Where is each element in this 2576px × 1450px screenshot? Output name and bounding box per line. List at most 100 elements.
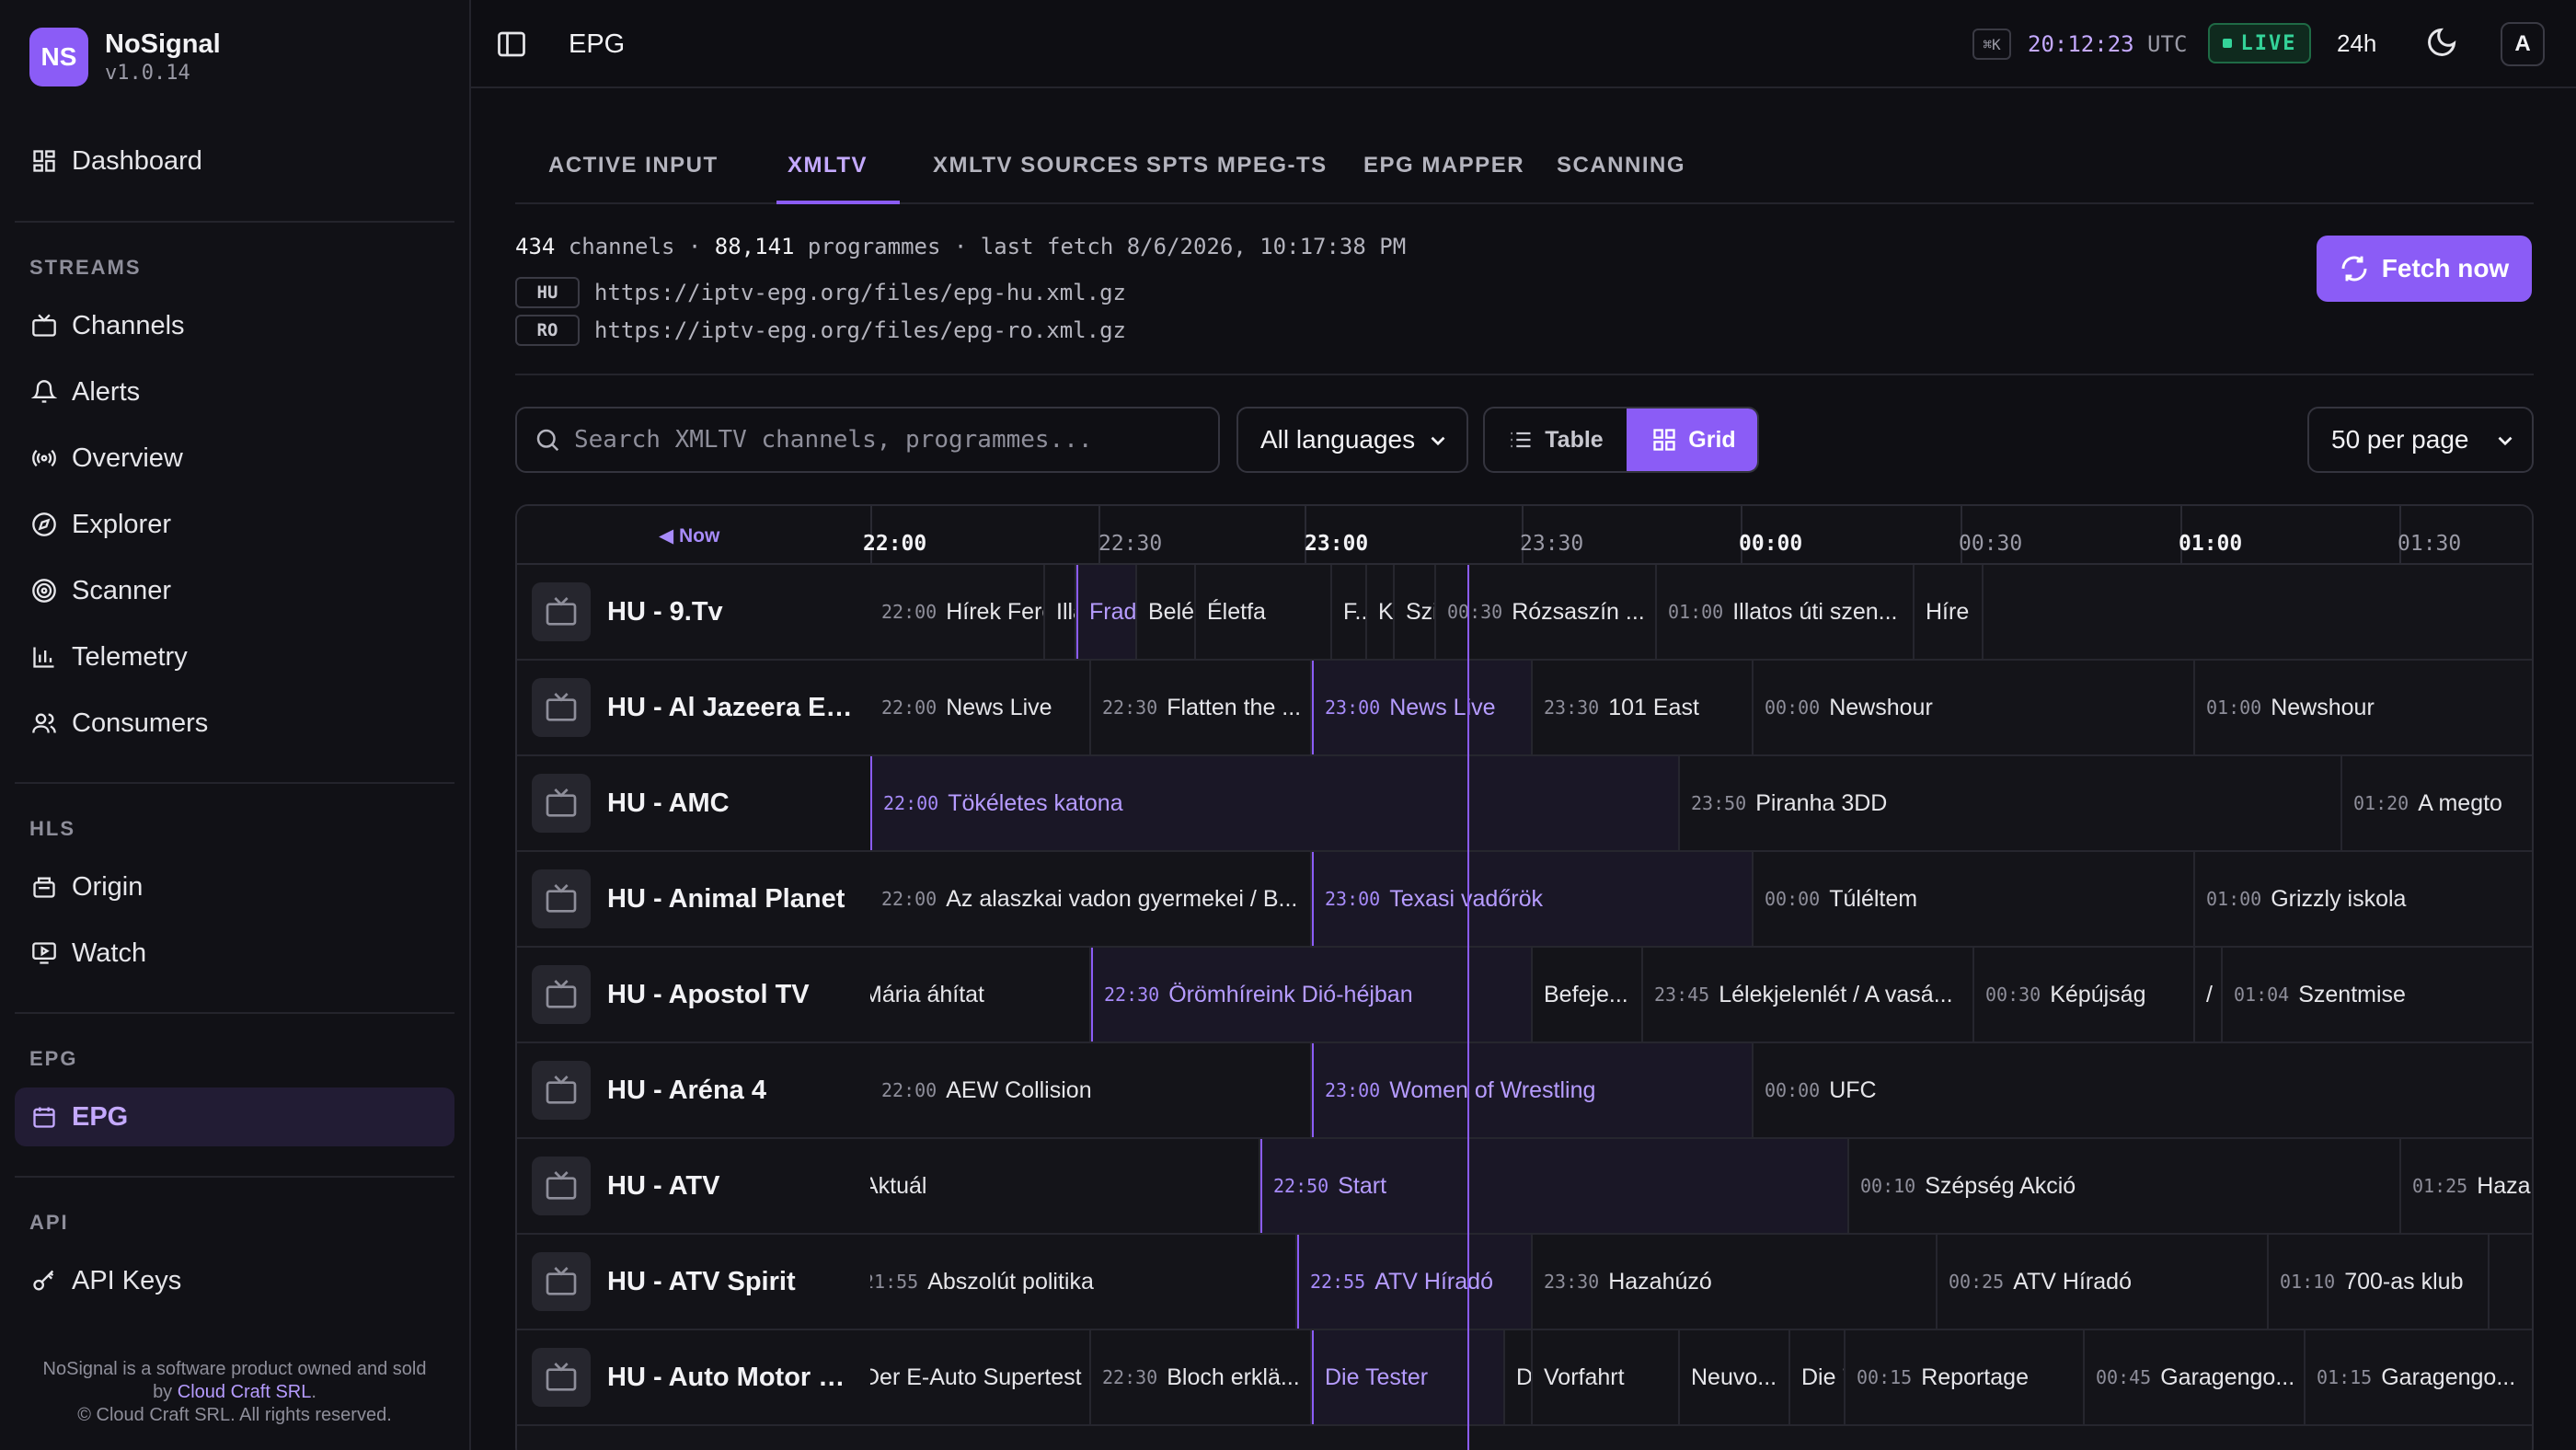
- programme-start-time: 23:45: [1654, 984, 1710, 1006]
- sidebar-toggle-icon[interactable]: [495, 28, 528, 61]
- programme-block-current[interactable]: 22:50 Start: [1260, 1139, 1849, 1233]
- time-format-toggle[interactable]: 24h: [2337, 29, 2376, 58]
- programme-block[interactable]: 22:00 News Live: [870, 661, 1091, 754]
- programme-block[interactable]: Életfa: [1196, 565, 1332, 659]
- xmltv-stats: 434 channels · 88,141 programmes · last …: [515, 234, 1406, 259]
- programme-block[interactable]: 22:00 Hírek Ferencvárosb...: [870, 565, 1045, 659]
- programme-block[interactable]: 00:00 Túléltem: [1754, 852, 2195, 946]
- channel-cell[interactable]: HU - Apostol TV: [517, 948, 870, 1041]
- programme-block[interactable]: Vorfahrt: [1533, 1330, 1680, 1424]
- footer-company-link[interactable]: Cloud Craft SRL: [178, 1382, 312, 1402]
- programme-block[interactable]: Aktuál: [870, 1139, 1260, 1233]
- tab-xmltv[interactable]: XMLTV: [788, 153, 868, 178]
- channel-row: HU - ATV Spirit 21:55 Abszolút politika 22:…: [517, 1235, 2532, 1330]
- programme-block[interactable]: 01:25 Haza: [2401, 1139, 2532, 1233]
- language-select[interactable]: All languages: [1236, 407, 1468, 473]
- channel-cell[interactable]: HU - AMC: [517, 756, 870, 850]
- nav-dashboard[interactable]: Dashboard: [15, 132, 454, 190]
- programme-block-current[interactable]: Die Tester: [1312, 1330, 1505, 1424]
- source-url[interactable]: https://iptv-epg.org/files/epg-ro.xml.gz: [594, 317, 1126, 343]
- nav-consumers[interactable]: Consumers: [15, 694, 454, 753]
- programme-block[interactable]: 21:55 Abszolút politika: [870, 1235, 1297, 1329]
- channel-cell[interactable]: HU - Aréna 4: [517, 1043, 870, 1137]
- refresh-icon: [2341, 256, 2367, 282]
- view-grid-button[interactable]: Grid: [1627, 409, 1757, 471]
- programme-block[interactable]: 23:30 Hazahúzó: [1533, 1235, 1938, 1329]
- jump-to-now-button[interactable]: ◀ Now: [659, 524, 719, 547]
- programme-block[interactable]: 22:30 Bloch erklä...: [1091, 1330, 1312, 1424]
- nav-alerts[interactable]: Alerts: [15, 362, 454, 421]
- programme-block[interactable]: Befeje...: [1533, 948, 1643, 1041]
- programme-block[interactable]: 00:30 Rózsaszín ...: [1436, 565, 1657, 659]
- programme-block[interactable]: 01:15 Garagengo...: [2306, 1330, 2532, 1424]
- programme-block[interactable]: 00:00 UFC: [1754, 1043, 2532, 1137]
- programme-block[interactable]: 01:04 Szentmise: [2223, 948, 2532, 1041]
- programme-block-current[interactable]: 22:55 ATV Híradó: [1297, 1235, 1533, 1329]
- brand[interactable]: NS NoSignal v1.0.14: [29, 28, 221, 86]
- programme-block[interactable]: Belé...: [1137, 565, 1196, 659]
- programme-block[interactable]: Illatos úti sz...: [1045, 565, 1076, 659]
- programme-block[interactable]: 00:25 ATV Híradó: [1938, 1235, 2269, 1329]
- fetch-now-button[interactable]: Fetch now: [2317, 236, 2532, 302]
- programme-block[interactable]: 00:45 Garagengo...: [2085, 1330, 2306, 1424]
- programme-block[interactable]: 23:30 101 East: [1533, 661, 1754, 754]
- nav-api-keys[interactable]: API Keys: [15, 1251, 454, 1310]
- channel-cell[interactable]: HU - 9.Tv: [517, 565, 870, 659]
- search-input[interactable]: [574, 426, 1200, 454]
- programme-block[interactable]: 01:00 Newshour: [2195, 661, 2532, 754]
- programme-block-current[interactable]: 23:00 News Live: [1312, 661, 1533, 754]
- programme-block[interactable]: 22:00 AEW Collision: [870, 1043, 1312, 1137]
- channel-cell[interactable]: HU - Al Jazeera En...: [517, 661, 870, 754]
- programme-block[interactable]: /: [2195, 948, 2223, 1041]
- nav-explorer[interactable]: Explorer: [15, 495, 454, 554]
- tab-xmltv-sources[interactable]: XMLTV SOURCES: [933, 153, 1139, 178]
- tab-active-input[interactable]: ACTIVE INPUT: [548, 153, 719, 178]
- command-shortcut[interactable]: ⌘K: [1972, 29, 2011, 60]
- channel-cell[interactable]: HU - ATV Spirit: [517, 1235, 870, 1329]
- channel-cell[interactable]: HU - ATV: [517, 1139, 870, 1233]
- nav-epg[interactable]: EPG: [15, 1088, 454, 1146]
- channel-cell[interactable]: HU - Auto Motor S...: [517, 1330, 870, 1424]
- per-page-select[interactable]: 50 per page: [2307, 407, 2534, 473]
- view-table-button[interactable]: Table: [1485, 409, 1627, 471]
- programme-block[interactable]: K...: [1367, 565, 1395, 659]
- programme-block[interactable]: SziluA...: [1395, 565, 1436, 659]
- tab-scanning[interactable]: SCANNING: [1557, 153, 1685, 178]
- source-url[interactable]: https://iptv-epg.org/files/epg-hu.xml.gz: [594, 280, 1126, 305]
- avatar[interactable]: A: [2501, 22, 2545, 66]
- programme-block[interactable]: 00:00 Newshour: [1754, 661, 2195, 754]
- programme-block[interactable]: 01:00 Grizzly iskola: [2195, 852, 2532, 946]
- nav-scanner[interactable]: Scanner: [15, 561, 454, 620]
- programme-block-current[interactable]: 22:00 Tökéletes katona: [870, 756, 1680, 850]
- programme-block[interactable]: 22:30 Flatten the ...: [1091, 661, 1312, 754]
- programme-block[interactable]: 01:20 A megto: [2342, 756, 2532, 850]
- channel-cell[interactable]: HU - Animal Planet: [517, 852, 870, 946]
- programme-block-current[interactable]: 22:30 Örömhíreink Dió-héjban: [1091, 948, 1533, 1041]
- programme-block[interactable]: 22:00 Az alaszkai vadon gyermekei / B...: [870, 852, 1312, 946]
- tab-epg-mapper[interactable]: EPG MAPPER: [1363, 153, 1524, 178]
- programme-block[interactable]: Híre: [1915, 565, 1984, 659]
- tab-spts-mpeg-ts[interactable]: SPTS MPEG-TS: [1146, 153, 1328, 178]
- programme-block[interactable]: Der E-Auto Supertest: [870, 1330, 1091, 1424]
- nav-overview[interactable]: Overview: [15, 429, 454, 488]
- programme-block[interactable]: 23:50 Piranha 3DD: [1680, 756, 2342, 850]
- nav-watch[interactable]: Watch: [15, 924, 454, 983]
- programme-block[interactable]: Die 7: [1790, 1330, 1846, 1424]
- programme-block[interactable]: 00:30 Képújság: [1974, 948, 2195, 1041]
- programme-block[interactable]: F...: [1332, 565, 1367, 659]
- moon-icon[interactable]: [2425, 26, 2462, 63]
- programme-block-current[interactable]: 23:00 Women of Wrestling: [1312, 1043, 1754, 1137]
- programme-block-current[interactable]: Fradi-Szív: [1076, 565, 1137, 659]
- nav-channels[interactable]: Channels: [15, 296, 454, 355]
- programme-block[interactable]: 01:10 700-as klub: [2269, 1235, 2490, 1329]
- programme-block[interactable]: D: [1505, 1330, 1533, 1424]
- nav-telemetry[interactable]: Telemetry: [15, 627, 454, 686]
- programme-block[interactable]: Mária áhítat: [870, 948, 1091, 1041]
- programme-block[interactable]: 01:00 Illatos úti szen...: [1657, 565, 1915, 659]
- programme-block-current[interactable]: 23:00 Texasi vadőrök: [1312, 852, 1754, 946]
- programme-block[interactable]: 00:15 Reportage: [1846, 1330, 2085, 1424]
- nav-origin[interactable]: Origin: [15, 857, 454, 916]
- programme-block[interactable]: 23:45 Lélekjelenlét / A vasá...: [1643, 948, 1974, 1041]
- programme-block[interactable]: 00:10 Szépség Akció: [1849, 1139, 2401, 1233]
- programme-block[interactable]: Neuvo...: [1680, 1330, 1790, 1424]
